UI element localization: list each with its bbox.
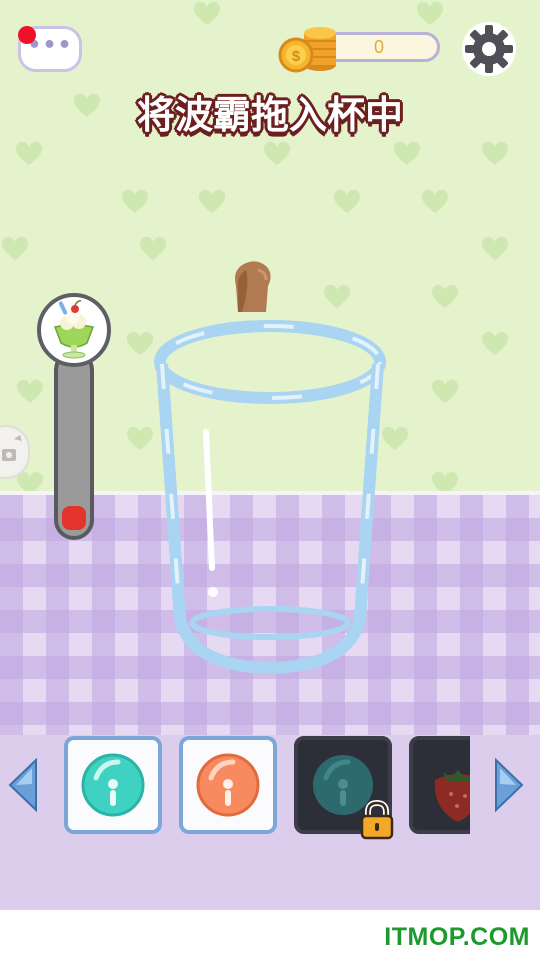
notification-dot — [18, 26, 36, 44]
glass-cup[interactable] — [150, 318, 390, 678]
ingredient-tray — [64, 736, 470, 836]
ingredient-slot-strawberry[interactable] — [409, 736, 470, 834]
camera-icon — [2, 435, 22, 461]
teal-bubble-icon — [81, 753, 145, 817]
lock-icon — [360, 800, 394, 840]
orange-bubble-icon — [196, 753, 260, 817]
ingredient-slot-teal-bubble[interactable] — [64, 736, 162, 834]
svg-text:$: $ — [292, 48, 301, 65]
progress-meter-fill — [62, 506, 86, 530]
gear-icon[interactable] — [460, 20, 518, 78]
boba-pearl-draggable[interactable] — [228, 256, 276, 314]
coin-stack-icon: $ — [278, 27, 336, 73]
tray-scroll-left-button[interactable] — [6, 758, 42, 812]
progress-meter — [54, 350, 94, 540]
footer-bar: ITMOP.COM — [0, 910, 540, 960]
strawberry-icon — [434, 770, 470, 822]
game-scene: ••• 0 $ 将波霸拖入杯中 — [0, 0, 540, 910]
instruction-title: 将波霸拖入杯中 — [136, 93, 403, 137]
chat-button[interactable]: ••• — [18, 26, 82, 72]
ice-cream-sundae-icon — [53, 300, 95, 359]
camera-side-button[interactable] — [0, 425, 30, 479]
progress-goal — [37, 293, 111, 367]
ingredient-slot-orange-bubble[interactable] — [179, 736, 277, 834]
tray-scroll-right-button[interactable] — [490, 758, 526, 812]
site-watermark: ITMOP.COM — [384, 923, 530, 951]
coin-count: 0 — [373, 37, 384, 57]
